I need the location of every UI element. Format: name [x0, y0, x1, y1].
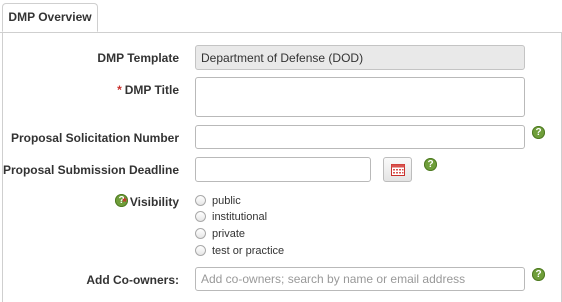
submission-deadline-label: Proposal Submission Deadline [2, 163, 179, 177]
solicitation-number-label: Proposal Solicitation Number [10, 131, 179, 145]
tab-bar: DMP Overview [0, 0, 562, 33]
required-mark: * [122, 195, 127, 209]
visibility-option-label: test or practice [212, 245, 285, 257]
radio-button[interactable] [195, 244, 206, 256]
submission-deadline-input[interactable] [195, 157, 371, 182]
dmp-title-label-text: DMP Title [124, 83, 179, 97]
visibility-option-label: institutional [212, 211, 268, 223]
visibility-option-label: public [212, 195, 241, 207]
dmp-template-label: DMP Template [97, 51, 179, 65]
dmp-title-label: * DMP Title [117, 83, 179, 97]
visibility-option-test[interactable]: test or practice [195, 243, 284, 259]
help-icon[interactable]: ? [532, 268, 545, 281]
help-icon[interactable]: ? [532, 126, 545, 139]
visibility-option-institutional[interactable]: institutional [195, 209, 267, 225]
visibility-option-private[interactable]: private [195, 226, 245, 242]
solicitation-number-input[interactable] [195, 125, 525, 149]
radio-button[interactable] [195, 210, 206, 222]
radio-button[interactable] [195, 194, 206, 206]
visibility-label-text: Visibility [129, 195, 179, 209]
coowners-label: Add Co-owners: [86, 273, 179, 287]
dmp-template-field [195, 45, 525, 70]
calendar-icon [391, 164, 405, 176]
visibility-option-public[interactable]: public [195, 193, 241, 209]
dmp-title-textarea[interactable] [195, 77, 525, 117]
calendar-button[interactable] [383, 157, 412, 182]
help-icon[interactable]: ? [424, 158, 437, 171]
visibility-label: * Visibility [122, 195, 179, 209]
visibility-option-label: private [212, 228, 246, 240]
coowners-input[interactable] [195, 267, 525, 291]
radio-button[interactable] [195, 227, 206, 239]
required-mark: * [117, 83, 122, 97]
tab-dmp-overview[interactable]: DMP Overview [2, 3, 98, 32]
